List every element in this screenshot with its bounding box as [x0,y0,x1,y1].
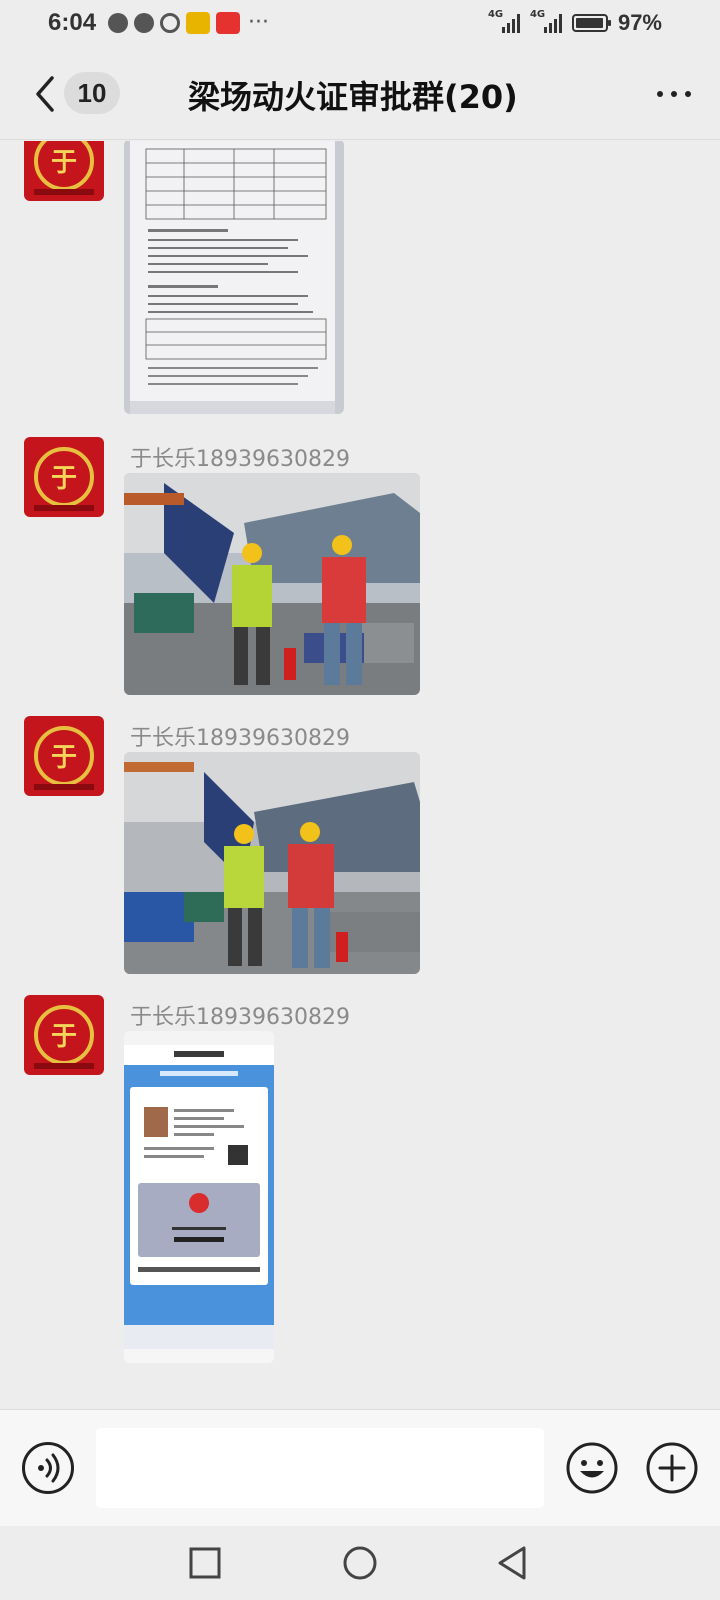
system-nav-bar [0,1526,720,1600]
svg-text:于: 于 [51,148,77,178]
battery-level [575,18,603,28]
signal-icon: 4G [530,9,562,33]
certificate-screenshot [124,1031,274,1363]
plus-icon [646,1442,698,1494]
image-message[interactable] [124,473,420,695]
back-nav-button[interactable] [490,1540,536,1586]
message-input[interactable] [96,1428,544,1508]
chat-input-bar [0,1409,720,1526]
avatar-logo-icon: 于 [24,141,104,201]
back-button[interactable] [28,70,62,118]
message-notification-icon [108,13,128,33]
avatar-logo-icon: 于 [24,995,104,1075]
avatar[interactable]: 于 [24,716,104,796]
more-button[interactable] [652,82,696,106]
image-message[interactable] [124,141,344,414]
status-bar: 6:04 ··· 4G 4G 97% [0,0,720,48]
avatar[interactable]: 于 [24,141,104,201]
chat-message: 于 于长乐18939630829 [0,995,720,1395]
network-type-label: 4G [529,9,546,20]
home-button[interactable] [337,1540,383,1586]
status-indicators: 4G 4G 97% [488,9,662,36]
svg-text:于: 于 [51,1022,77,1052]
circle-icon [343,1546,377,1580]
chat-header: 10 梁场动火证审批群(20) [0,48,720,140]
chevron-left-icon [36,76,54,112]
avatar[interactable]: 于 [24,995,104,1075]
recents-button[interactable] [182,1540,228,1586]
loading-notification-icon [160,13,180,33]
more-notifications-icon: ··· [248,10,269,35]
image-message[interactable] [124,752,420,974]
avatar-logo-icon: 于 [24,437,104,517]
battery-percent: 97% [617,10,662,35]
audio-notification-icon [134,13,154,33]
avatar-logo-icon: 于 [24,716,104,796]
avatar[interactable]: 于 [24,437,104,517]
worksite-photo [124,752,420,974]
square-icon [189,1547,221,1579]
voice-button[interactable] [22,1442,74,1494]
app-notification-icon [186,12,210,34]
sender-name: 于长乐18939630829 [130,1005,350,1030]
notification-icons: ··· [108,12,269,34]
app-notification-icon [216,12,240,34]
sender-name: 于长乐18939630829 [130,726,350,751]
more-icon [657,91,663,97]
network-type-label: 4G [487,9,504,20]
chat-messages[interactable]: 于 于 于长乐18939630829 于 于长乐18939630829 于 于长… [0,141,720,1409]
chat-message: 于 [0,141,720,421]
image-message[interactable] [124,1031,274,1363]
chat-message: 于 于长乐18939630829 [0,716,720,986]
emoji-icon [566,1442,618,1494]
more-functions-button[interactable] [646,1442,698,1494]
signal-icon: 4G [488,9,520,33]
triangle-back-icon [498,1546,526,1580]
chat-title[interactable]: 梁场动火证审批群(20) [188,72,518,118]
unread-count-badge[interactable]: 10 [64,72,120,114]
svg-text:于: 于 [51,464,77,494]
chat-message: 于 于长乐18939630829 [0,437,720,707]
worksite-photo [124,473,420,695]
sender-name: 于长乐18939630829 [130,447,350,472]
svg-text:于: 于 [51,743,77,773]
emoji-button[interactable] [566,1442,618,1494]
voice-icon [38,1453,60,1483]
status-time: 6:04 [48,9,97,36]
battery-icon [571,14,611,32]
permit-document-image [124,141,344,414]
